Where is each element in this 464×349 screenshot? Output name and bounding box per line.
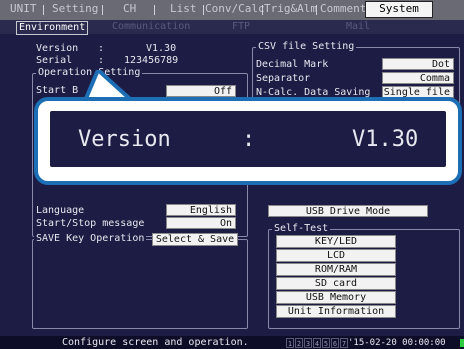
- save-key-group: [32, 239, 248, 329]
- channel-indicator-1: 1: [286, 338, 294, 348]
- self-test-lcd-button[interactable]: LCD: [276, 249, 396, 262]
- version-zoom-panel: Version : V1.30: [50, 111, 446, 167]
- tab-divider: [102, 5, 103, 15]
- start-stop-message-button[interactable]: On: [166, 217, 236, 229]
- version-colon: :: [98, 43, 105, 54]
- start-value-button[interactable]: Off: [166, 85, 236, 97]
- tab-ch[interactable]: CH: [123, 2, 136, 16]
- self-test-key-led-button[interactable]: KEY/LED: [276, 235, 396, 248]
- separator-button[interactable]: Comma: [382, 72, 454, 84]
- serial-label: Serial: [36, 55, 73, 66]
- tab-trig-alm[interactable]: Trig&Alm: [264, 2, 317, 16]
- subtab-ftp[interactable]: FTP: [232, 21, 250, 33]
- version-zoom-callout: Version : V1.30: [34, 97, 462, 185]
- tab-unit[interactable]: UNIT: [10, 2, 37, 16]
- sub-tab-bar: Environment Communication FTP Mail: [0, 20, 464, 35]
- tab-divider: [154, 5, 155, 15]
- self-test-rom-ram-button[interactable]: ROM/RAM: [276, 263, 396, 276]
- tab-divider: [316, 5, 317, 15]
- system-environment-screen: UNIT Setting CH List Conv/Calc Trig&Alm …: [0, 0, 464, 349]
- status-message: Configure screen and operation.: [62, 337, 249, 348]
- language-value-button[interactable]: English: [166, 204, 236, 216]
- serial-value: 123456789: [124, 55, 179, 66]
- tab-divider: [43, 5, 44, 15]
- self-test-usb-memory-button[interactable]: USB Memory: [276, 291, 396, 304]
- start-stop-message-label: Start/Stop message: [36, 218, 145, 229]
- zoom-version-colon: :: [242, 127, 256, 152]
- tab-conv-calc[interactable]: Conv/Calc: [205, 2, 265, 16]
- usb-drive-mode-button[interactable]: USB Drive Mode: [268, 205, 428, 217]
- channel-indicator-7: 7: [340, 338, 348, 348]
- channel-indicator-6: 6: [331, 338, 339, 348]
- serial-colon: :: [98, 55, 105, 66]
- tab-setting[interactable]: Setting: [52, 2, 98, 16]
- tab-divider: [203, 5, 204, 15]
- save-key-operation-button[interactable]: Select & Save: [152, 233, 238, 246]
- channel-indicator-3: 3: [304, 338, 312, 348]
- channel-indicator-5: 5: [322, 338, 330, 348]
- subtab-communication[interactable]: Communication: [112, 21, 190, 33]
- status-datetime: '15-02-20 00:00:00: [348, 338, 446, 348]
- tab-divider: [262, 5, 263, 15]
- zoom-version-value: V1.30: [352, 127, 419, 152]
- subtab-environment[interactable]: Environment: [16, 21, 89, 35]
- self-test-sd-card-button[interactable]: SD card: [276, 277, 396, 290]
- tab-list[interactable]: List: [170, 2, 197, 16]
- version-value: V1.30: [146, 43, 177, 54]
- subtab-mail[interactable]: Mail: [346, 21, 370, 33]
- separator-label: Separator: [256, 73, 311, 84]
- language-label: Language: [36, 205, 85, 216]
- zoom-version-label: Version: [78, 127, 171, 152]
- decimal-mark-button[interactable]: Dot: [382, 58, 454, 70]
- tab-comment[interactable]: Comment: [320, 2, 366, 16]
- status-led: [460, 339, 464, 347]
- channel-indicator-4: 4: [313, 338, 321, 348]
- channel-indicator-2: 2: [295, 338, 303, 348]
- start-label: Start B: [36, 85, 79, 96]
- version-label: Version: [36, 43, 79, 54]
- self-test-unit-information-button[interactable]: Unit Information: [276, 305, 396, 318]
- self-test-title: Self-Test: [272, 223, 331, 235]
- decimal-mark-label: Decimal Mark: [256, 59, 329, 70]
- top-tab-bar: UNIT Setting CH List Conv/Calc Trig&Alm …: [0, 0, 464, 20]
- csv-file-setting-title: CSV file Setting: [256, 41, 357, 53]
- save-key-title: SAVE Key Operation: [34, 233, 147, 245]
- tab-system[interactable]: System: [365, 1, 433, 18]
